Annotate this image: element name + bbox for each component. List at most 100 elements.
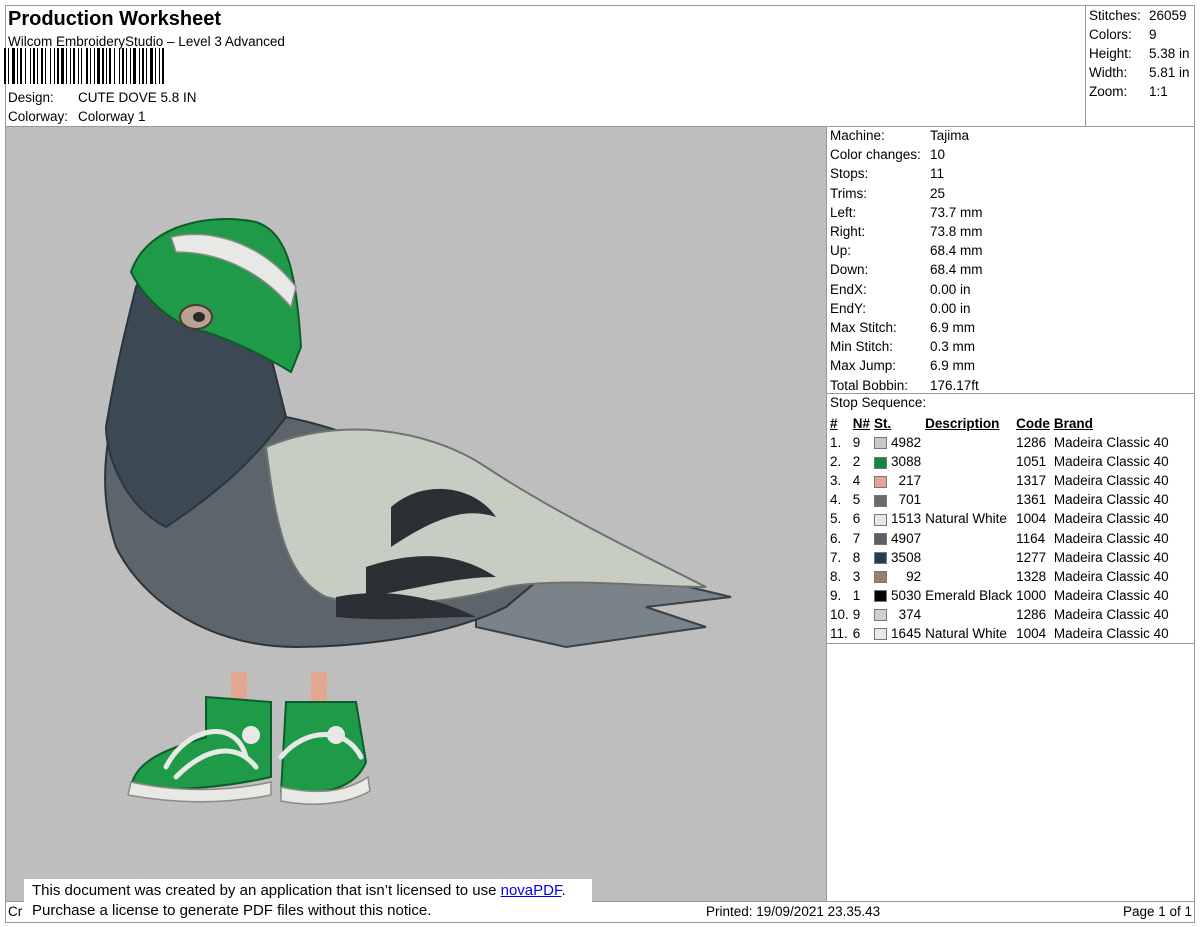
barcode-bar [114,48,115,84]
thread-brand: Madeira Classic 40 [1053,492,1169,508]
thread-description [923,471,1014,490]
thread-color-swatch [874,571,888,584]
license-notice: This document was created by an applicat… [24,879,592,921]
stop-number: 5. [830,511,842,527]
spec-label: EndX: [830,281,867,297]
notice-period: . [561,882,566,899]
barcode-bar [109,48,111,84]
thread-code: 1277 [1016,549,1047,565]
stitch-count: 3508 [891,549,922,565]
stat-label: Colors: [1089,27,1132,42]
stop-number: 1. [830,435,842,451]
barcode-bar [142,48,144,84]
stop-number: 8. [830,568,842,584]
stat-value: 1:1 [1149,84,1168,99]
needle-number: 6 [852,625,861,641]
col-num: # [830,416,838,431]
spec-label: Max Jump: [830,358,897,374]
barcode-bar [130,48,131,84]
thread-color-swatch [874,552,888,565]
stop-number: 10. [830,606,849,622]
spec-row: Max Stitch: 6.9 mm [830,318,983,337]
thread-code: 1328 [1016,568,1047,584]
spec-value: 176.17ft [930,377,979,393]
stops-rule [826,643,1195,644]
spec-label: Total Bobbin: [830,377,909,393]
thread-description [923,567,1014,586]
page-title: Production Worksheet [8,8,221,30]
needle-number: 3 [852,568,861,584]
spec-row: Right: 73.8 mm [830,222,983,241]
stat-value: 5.81 in [1149,65,1190,80]
stop-number: 2. [830,454,842,470]
thread-color-swatch [874,628,888,641]
stop-sequence-title: Stop Sequence: [830,395,927,410]
thread-description: Natural White [925,625,1007,641]
barcode-bar [41,48,43,84]
spec-label: Min Stitch: [830,339,894,355]
stitch-count: 1645 [891,625,922,641]
spec-value: Tajima [930,128,970,143]
thread-brand: Madeira Classic 40 [1053,435,1169,451]
novapdf-link[interactable]: novaPDF [501,882,562,899]
spec-label: Color changes: [830,147,921,163]
barcode-bar [162,48,164,84]
col-needle: N# [852,416,871,431]
stitch-count: 3088 [891,454,922,470]
spec-row: Color changes: 10 [830,145,983,164]
thread-code: 1000 [1016,587,1047,603]
design-row: Design: CUTE DOVE 5.8 IN [8,88,197,107]
barcode-bar [139,48,140,84]
barcode-bar [66,48,67,84]
spec-label: Max Stitch: [830,320,897,336]
barcode-bar [102,48,104,84]
color-swatch [872,490,889,509]
thread-brand: Madeira Classic 40 [1053,473,1169,489]
table-row: 4. 5 701 1361 Madeira Classic 40 [828,490,1171,509]
spec-row: Machine: Tajima [830,126,983,145]
spec-row: Up: 68.4 mm [830,241,983,260]
barcode-bar [106,48,107,84]
stitch-count: 4907 [891,530,922,546]
thread-code: 1317 [1016,473,1047,489]
thread-brand: Madeira Classic 40 [1053,511,1169,527]
color-swatch [872,509,889,528]
color-swatch [872,624,889,643]
spec-value: 68.4 mm [930,262,983,278]
spec-value: 6.9 mm [930,358,976,374]
color-swatch [872,567,889,586]
stitch-count: 92 [906,568,922,584]
table-row: 11. 6 1645 Natural White 1004 Madeira Classic… [828,624,1171,643]
stat-label: Width: [1089,65,1128,80]
stat-label: Stitches: [1089,8,1141,23]
color-swatch [872,433,889,452]
spec-value: 0.3 mm [930,339,976,355]
barcode-bar [37,48,38,84]
page-number: Page 1 of 1 [1122,904,1192,919]
barcode-bar [50,48,51,84]
spec-label: Right: [830,224,866,240]
barcode-bar [17,48,18,84]
spec-row: Left: 73.7 mm [830,203,983,222]
thread-code: 1051 [1016,454,1047,470]
thread-brand: Madeira Classic 40 [1053,454,1169,470]
needle-number: 4 [852,473,861,489]
barcode-bar [146,48,147,84]
stat-value: 5.38 in [1149,46,1190,61]
spec-value: 73.7 mm [930,204,983,220]
stat-row: Colors: 9 [1089,25,1190,44]
colorway-row: Colorway: Colorway 1 [8,107,146,126]
thread-brand: Madeira Classic 40 [1053,549,1169,565]
stat-row: Stitches: 26059 [1089,6,1190,25]
col-brand: Brand [1053,416,1093,431]
thread-description [923,605,1014,624]
design-preview [6,127,826,901]
stitch-count: 701 [898,492,922,508]
barcode-bar [12,48,15,84]
spec-row: Down: 68.4 mm [830,260,983,279]
machine-specs: Machine: Tajima Color changes: 10 Stops: 11 Tr… [830,126,983,395]
spec-label: Down: [830,262,869,278]
col-code: Code [1016,416,1050,431]
thread-brand: Madeira Classic 40 [1053,625,1169,641]
thread-color-swatch [874,494,888,507]
